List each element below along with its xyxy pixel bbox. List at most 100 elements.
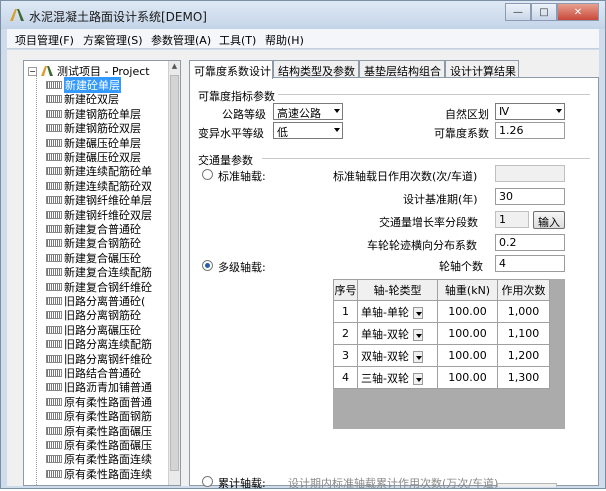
reliability-coef-field[interactable]: 1.26 <box>495 122 565 139</box>
tree-item[interactable]: 新建碾压砼双层 <box>46 150 141 164</box>
tree-item[interactable]: 旧路分离普通砼( <box>46 294 145 308</box>
client-area: − 测试项目 - Project 新建砼单层 新建砼双层 新建钢筋砼单层 新建钢筋砼双… <box>7 50 599 490</box>
row-load[interactable]: 100.00 <box>437 366 498 389</box>
tab-structure[interactable]: 结构类型及参数 <box>273 60 359 78</box>
close-button[interactable]: ✕ <box>557 3 599 21</box>
menu-scheme[interactable]: 方案管理(S) <box>83 32 143 48</box>
collapse-icon[interactable]: − <box>28 66 37 76</box>
variability-select[interactable]: 低 <box>273 122 343 139</box>
menu-tools[interactable]: 工具(T) <box>219 32 256 48</box>
cumulative-field[interactable] <box>497 483 557 487</box>
multi-axle-radio[interactable] <box>202 260 213 271</box>
tree-item[interactable]: 旧路结合普通砼 <box>46 366 141 380</box>
tab-results[interactable]: 设计计算结果 <box>445 60 519 78</box>
tree-item[interactable]: 新建砼双层 <box>46 92 119 106</box>
tree-scrollbar[interactable]: ▲ <box>168 61 180 485</box>
tree-item[interactable]: 旧路分离碾压砼 <box>46 323 141 337</box>
table-row[interactable]: 3 双轴-双轮 100.00 1,200 <box>333 344 550 367</box>
tree-item[interactable]: 新建连续配筋砼双 <box>46 179 152 193</box>
tree-item[interactable]: 原有柔性路面连续 <box>46 467 152 481</box>
tree-item[interactable]: 原有柔性路面碾压 <box>46 438 152 452</box>
standard-axle-radio[interactable] <box>202 169 213 180</box>
tab-reliability[interactable]: 可靠度系数设计 <box>189 60 273 79</box>
tree-item[interactable]: 新建复合钢纤维砼 <box>46 280 152 294</box>
dropdown-arrow-icon[interactable] <box>412 350 423 363</box>
menu-parameters[interactable]: 参数管理(A) <box>151 32 211 48</box>
tree-item[interactable]: 旧路分离钢筋砼 <box>46 308 141 322</box>
scheme-icon <box>46 253 62 262</box>
tree-root[interactable]: − 测试项目 - Project <box>28 64 150 78</box>
growth-segments-field[interactable]: 1 <box>495 211 529 228</box>
minimize-button[interactable]: — <box>505 3 531 21</box>
tree-item[interactable]: 新建连续配筋砼单 <box>46 164 152 178</box>
row-type-cell[interactable]: 单轴-双轮 <box>357 322 438 345</box>
natural-zone-select[interactable]: Ⅳ <box>495 103 565 120</box>
tree-item[interactable]: 旧路分离连续配筋 <box>46 337 152 351</box>
standard-axle-label[interactable]: 标准轴载: <box>218 168 266 184</box>
dropdown-arrow-icon[interactable] <box>412 306 423 319</box>
dropdown-arrow-icon[interactable] <box>412 328 423 341</box>
variability-value: 低 <box>277 126 288 139</box>
row-load[interactable]: 100.00 <box>437 344 498 367</box>
tree-item[interactable]: 新建钢纤维砼双层 <box>46 208 152 222</box>
scheme-icon <box>46 412 62 421</box>
maximize-button[interactable]: □ <box>531 3 557 21</box>
tab-base-layers[interactable]: 基垫层结构组合 <box>359 60 445 78</box>
tree-item[interactable]: 新建钢筋砼单层 <box>46 107 141 121</box>
tree-connector <box>36 75 37 485</box>
design-period-field[interactable]: 30 <box>495 188 565 205</box>
chevron-down-icon <box>334 128 340 132</box>
natural-zone-value: Ⅳ <box>499 105 510 118</box>
tree-item[interactable]: 原有柔性路面普通 <box>46 395 152 409</box>
tree-item[interactable]: 原有柔性路面连续 <box>46 452 152 466</box>
tree-item[interactable]: 新建复合连续配筋 <box>46 265 152 279</box>
table-row[interactable]: 4 三轴-双轮 100.00 1,300 <box>333 366 550 389</box>
menu-project[interactable]: 项目管理(F) <box>15 32 74 48</box>
tree-item[interactable]: 原有柔性路面钢筋 <box>46 409 152 423</box>
table-row[interactable]: 1 单轴-单轮 100.00 1,000 <box>333 300 550 323</box>
tree-item[interactable]: 新建复合碾压砼 <box>46 251 141 265</box>
row-count[interactable]: 1,100 <box>497 322 550 345</box>
road-grade-select[interactable]: 高速公路 <box>273 103 343 120</box>
tree-item[interactable]: 新建碾压砼单层 <box>46 136 141 150</box>
tree-item[interactable]: 旧路分离钢纤维砼 <box>46 352 152 366</box>
row-count[interactable]: 1,300 <box>497 366 550 389</box>
title-bar[interactable]: 水泥混凝土路面设计系统[DEMO] — □ ✕ <box>1 1 605 29</box>
tree-item[interactable]: 新建复合钢筋砼 <box>46 236 141 250</box>
dropdown-arrow-icon[interactable] <box>412 372 423 385</box>
axle-count-field[interactable]: 4 <box>495 255 565 272</box>
row-no: 4 <box>333 366 358 389</box>
table-row[interactable]: 2 单轴-双轮 100.00 1,100 <box>333 322 550 345</box>
tree-item[interactable]: 原有柔性路面碾压 <box>46 424 152 438</box>
input-growth-button[interactable]: 输入 <box>533 211 565 229</box>
row-type-cell[interactable]: 双轴-双轮 <box>357 344 438 367</box>
tree-item[interactable]: 新建砼单层 <box>46 77 121 93</box>
scheme-icon <box>46 167 62 176</box>
scroll-up-icon[interactable]: ▲ <box>170 62 179 73</box>
row-type: 单轴-单轮 <box>361 305 409 319</box>
menu-help[interactable]: 帮助(H) <box>265 32 304 48</box>
lateral-dist-field[interactable]: 0.2 <box>495 234 565 251</box>
multi-axle-label[interactable]: 多级轴载: <box>218 259 266 275</box>
scheme-icon <box>46 81 62 89</box>
tree-item[interactable]: 新建复合普通砼 <box>46 222 141 236</box>
row-count[interactable]: 1,000 <box>497 300 550 323</box>
row-load[interactable]: 100.00 <box>437 300 498 323</box>
scheme-icon <box>46 441 62 449</box>
tree-item[interactable]: 新建钢筋砼双层 <box>46 121 141 135</box>
project-tree[interactable]: − 测试项目 - Project 新建砼单层 新建砼双层 新建钢筋砼单层 新建钢筋砼双… <box>23 60 181 486</box>
cumulative-axle-radio[interactable] <box>202 476 213 487</box>
row-type-cell[interactable]: 单轴-单轮 <box>357 300 438 323</box>
row-count[interactable]: 1,200 <box>497 344 550 367</box>
tree-scroll-thumb[interactable] <box>170 75 179 471</box>
tree-item[interactable]: 新建钢纤维砼单层 <box>46 193 152 207</box>
daily-repetitions-field[interactable] <box>495 165 565 182</box>
scheme-icon <box>46 311 62 320</box>
scheme-icon <box>46 325 62 334</box>
row-load[interactable]: 100.00 <box>437 322 498 345</box>
axle-load-grid[interactable]: 序号 轴-轮类型 轴重(kN) 作用次数 1 单轴-单轮 100.00 1,00… <box>333 279 565 429</box>
group-divider <box>262 158 590 159</box>
minimize-icon: — <box>513 6 523 18</box>
row-type-cell[interactable]: 三轴-双轮 <box>357 366 438 389</box>
tree-item[interactable]: 旧路沥青加铺普通 <box>46 380 152 394</box>
